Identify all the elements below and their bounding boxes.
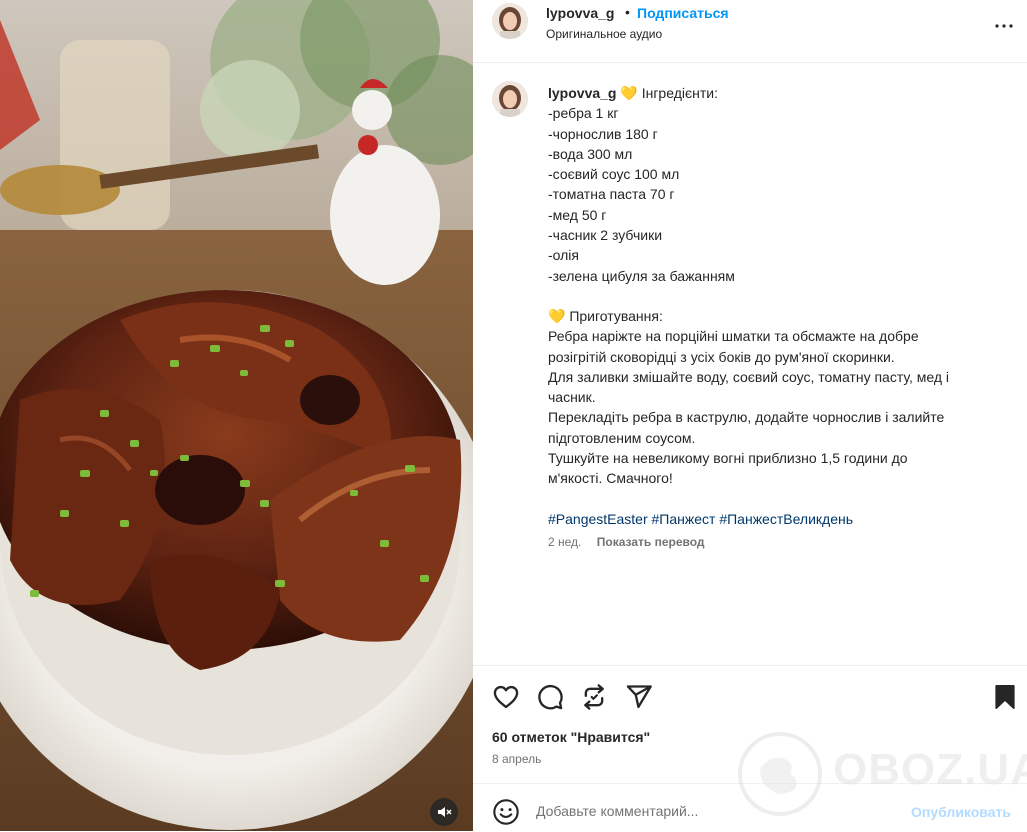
prep-title-line: 💛 Приготування: xyxy=(548,306,998,326)
ingredient-line: -вода 300 мл xyxy=(548,145,633,162)
prep-line: підготовленим соусом. xyxy=(548,429,696,446)
ingredient-line: -зелена цибуля за бажанням xyxy=(548,267,735,284)
post-date[interactable]: 8 апрель xyxy=(492,752,541,766)
audio-link[interactable]: Оригинальное аудио xyxy=(546,27,662,41)
comment-icon[interactable] xyxy=(536,683,564,711)
like-count[interactable]: 60 отметок "Нравится" xyxy=(492,729,650,745)
action-bar xyxy=(473,665,1027,726)
post-media[interactable] xyxy=(0,0,473,831)
ingredient-line: -томатна паста 70 г xyxy=(548,186,675,203)
header-username[interactable]: lypovva_g xyxy=(546,5,614,21)
prep-title: Приготування: xyxy=(569,307,663,324)
caption-username[interactable]: lypovva_g xyxy=(548,85,616,101)
avatar-image xyxy=(492,81,528,117)
post-panel: lypovva_g • Подписаться Оригинальное ауд… xyxy=(473,0,1027,831)
bookmark-icon[interactable] xyxy=(991,683,1019,711)
heart-emoji: 💛 xyxy=(548,307,566,324)
caption-avatar[interactable] xyxy=(492,81,528,117)
watermark-logo-icon xyxy=(738,732,822,816)
caption-meta: 2 нед. Показать перевод xyxy=(548,535,705,549)
ingredients-title: Інгредієнти: xyxy=(641,85,718,101)
header-separator: • xyxy=(625,4,630,20)
food-photo xyxy=(0,0,473,831)
follow-button[interactable]: Подписаться xyxy=(637,5,729,21)
emoji-icon[interactable] xyxy=(492,798,520,826)
muted-speaker-icon xyxy=(438,807,452,817)
heart-icon[interactable] xyxy=(492,683,520,711)
caption-text: lypovva_g 💛 Інгредієнти: -ребра 1 кг -чо… xyxy=(548,83,998,529)
watermark: OBOZ.UA xyxy=(735,727,1027,822)
ingredient-line: -чорнослив 180 г xyxy=(548,125,658,142)
translate-link[interactable]: Показать перевод xyxy=(597,535,705,549)
prep-line: м'якості. Смачного! xyxy=(548,470,673,487)
ingredient-line: -мед 50 г xyxy=(548,206,607,223)
prep-line: часник. xyxy=(548,389,596,406)
prep-line: Ребра наріжте на порційні шматки та обсм… xyxy=(548,328,919,345)
more-icon[interactable] xyxy=(992,14,1016,38)
avatar-image xyxy=(492,3,528,39)
prep-line: Тушкуйте на невеликому вогні приблизно 1… xyxy=(548,450,908,467)
repost-icon[interactable] xyxy=(580,683,608,711)
caption-area: lypovva_g 💛 Інгредієнти: -ребра 1 кг -чо… xyxy=(473,63,1027,663)
prep-line: Для заливки змішайте воду, соєвий соус, … xyxy=(548,368,950,385)
hashtags[interactable]: #PangestEaster #Панжест #ПанжестВеликден… xyxy=(548,509,998,529)
mute-button[interactable] xyxy=(430,798,458,826)
caption-first-line: lypovva_g 💛 Інгредієнти: xyxy=(548,83,998,103)
ingredient-line: -часник 2 зубчики xyxy=(548,227,663,244)
post-header: lypovva_g • Подписаться Оригинальное ауд… xyxy=(473,0,1027,63)
heart-emoji: 💛 xyxy=(620,85,638,101)
avatar[interactable] xyxy=(492,3,528,39)
post-age: 2 нед. xyxy=(548,535,582,549)
ingredient-line: -олія xyxy=(548,247,580,264)
send-icon[interactable] xyxy=(625,683,653,711)
ingredient-line: -ребра 1 кг xyxy=(548,105,619,122)
ingredient-line: -соєвий соус 100 мл xyxy=(548,166,680,183)
watermark-text: OBOZ.UA xyxy=(833,745,1027,794)
prep-line: Перекладіть ребра в каструлю, додайте чо… xyxy=(548,409,945,426)
prep-line: розігрітій сковорідці з усіх боків до ру… xyxy=(548,348,895,365)
